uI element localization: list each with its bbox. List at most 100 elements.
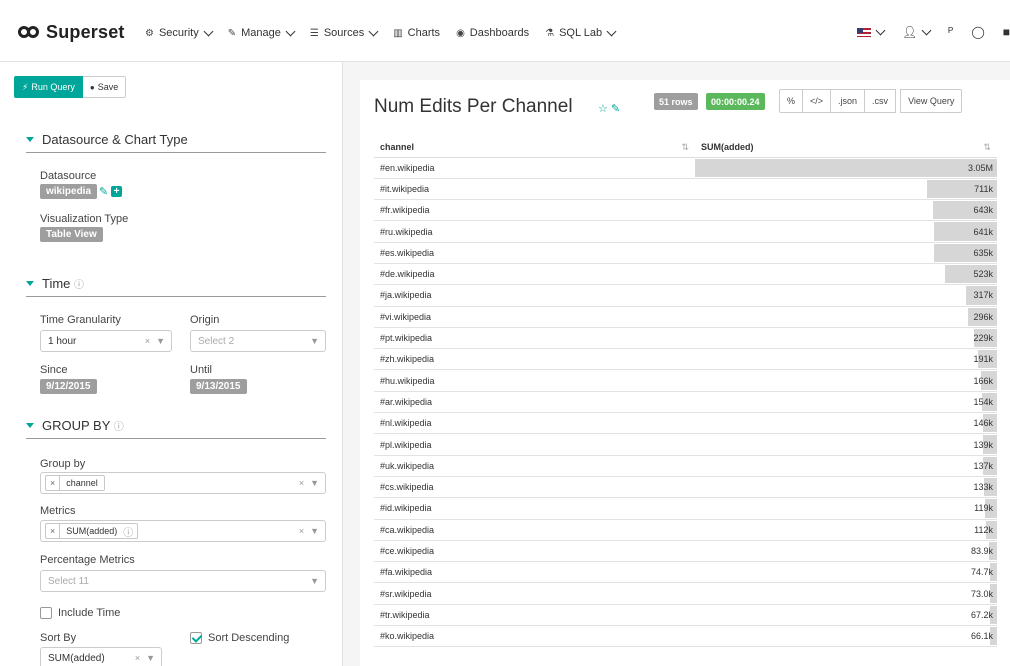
view-query-button[interactable]: View Query <box>900 89 963 113</box>
table-row[interactable]: #id.wikipedia 119k <box>374 497 997 520</box>
value-label: 66.1k <box>970 631 993 642</box>
table-row[interactable]: #hu.wikipedia 166k <box>374 369 997 392</box>
table-row[interactable]: #fr.wikipedia 643k <box>374 199 997 222</box>
table-row[interactable]: #tr.wikipedia 67.2k <box>374 604 997 627</box>
table-row[interactable]: #ru.wikipedia 641k <box>374 220 997 243</box>
query-button-group: ⚡︎ Run Query ● Save <box>14 76 127 98</box>
table-row[interactable]: #ja.wikipedia 317k <box>374 284 997 307</box>
export-csv-button[interactable]: .csv <box>864 89 897 113</box>
star-icon[interactable]: ☆ <box>598 103 608 115</box>
table-row[interactable]: #vi.wikipedia 296k <box>374 306 997 328</box>
cell-sum-added: 133k <box>695 476 997 499</box>
save-button[interactable]: ● Save <box>82 76 127 98</box>
bolt-icon: ⚡︎ <box>22 81 29 92</box>
table-row[interactable]: #fa.wikipedia 74.7k <box>374 561 997 584</box>
github-link[interactable]: ◯ <box>971 25 984 39</box>
cell-channel: #zh.wikipedia <box>374 348 695 371</box>
remove-chip-icon[interactable]: × <box>46 524 61 538</box>
chart-title: Num Edits Per Channel <box>374 96 573 117</box>
table-row[interactable]: #ce.wikipedia 83.9k <box>374 540 997 563</box>
viz-type-value[interactable]: Table View <box>40 227 103 242</box>
section-time[interactable]: Time ⓘ <box>26 276 326 297</box>
sort-icon[interactable]: ⇅ <box>983 142 991 153</box>
table-row[interactable]: #cs.wikipedia 133k <box>374 476 997 499</box>
clear-icon[interactable]: × <box>299 478 304 488</box>
nav-security[interactable]: ⚙ Security <box>145 26 214 39</box>
include-time-checkbox[interactable] <box>40 607 52 619</box>
pct-metrics-select[interactable]: Select 11 ▼ <box>40 570 326 592</box>
table-row[interactable]: #nl.wikipedia 146k <box>374 412 997 435</box>
info-icon[interactable]: ⓘ <box>74 280 84 291</box>
until-value[interactable]: 9/13/2015 <box>190 379 247 394</box>
datasource-label: Datasource <box>40 170 97 182</box>
table-row[interactable]: #ca.wikipedia 112k <box>374 519 997 541</box>
table-row[interactable]: #zh.wikipedia 191k <box>374 348 997 371</box>
value-label: 523k <box>973 269 993 280</box>
export-json-button[interactable]: .json <box>830 89 866 113</box>
nav-charts[interactable]: ▥ Charts <box>393 27 440 39</box>
nav-menu: ⚙ Security ✎ Manage ☰ Sources ▥ Charts ◉ Dashboar… <box>145 26 631 39</box>
datasource-value[interactable]: wikipedia <box>40 184 98 199</box>
table-row[interactable]: #pl.wikipedia 139k <box>374 433 997 456</box>
percent-button[interactable]: % <box>779 89 804 113</box>
chevron-down-icon: ▼ <box>310 336 319 346</box>
value-label: 154k <box>973 396 993 407</box>
table-row[interactable]: #es.wikipedia 635k <box>374 242 997 264</box>
info-icon[interactable]: ⓘ <box>114 422 124 433</box>
clear-icon[interactable]: × <box>135 653 140 663</box>
section-groupby[interactable]: GROUP BY ⓘ <box>26 418 326 439</box>
remove-chip-icon[interactable]: × <box>46 476 61 490</box>
cell-channel: #de.wikipedia <box>374 263 695 286</box>
profile-link[interactable]: ᴾ <box>948 25 953 39</box>
table-row[interactable]: #ar.wikipedia 154k <box>374 391 997 414</box>
user-menu[interactable]: 👤︎ <box>902 25 932 39</box>
clear-icon[interactable]: × <box>299 526 304 536</box>
chart-panel: Num Edits Per Channel ☆ ✎ 51 rows 00:00:… <box>360 80 1010 666</box>
groupby-label: Group by <box>40 458 86 470</box>
nav-dashboards[interactable]: ◉ Dashboards <box>456 27 529 39</box>
table-row[interactable]: #uk.wikipedia 137k <box>374 455 997 477</box>
sort-by-select[interactable]: SUM(added) × ▼ <box>40 647 162 666</box>
table-row[interactable]: #de.wikipedia 523k <box>374 263 997 286</box>
column-header-sum-added[interactable]: SUM(added) ⇅ <box>695 137 997 158</box>
value-label: 229k <box>973 333 993 344</box>
table-row[interactable]: #en.wikipedia 3.05M <box>374 157 997 179</box>
time-granularity-select[interactable]: 1 hour × ▼ <box>40 330 172 352</box>
wrench-icon: ✎ <box>227 27 237 39</box>
add-datasource-icon[interactable]: + <box>111 186 122 197</box>
query-time-badge: 00:00:00.24 <box>706 93 765 110</box>
docs-link[interactable]: ■ <box>1003 25 1010 39</box>
value-label: 74.7k <box>970 567 993 578</box>
run-query-button[interactable]: ⚡︎ Run Query <box>14 76 83 98</box>
groupby-chip: × channel <box>45 475 105 491</box>
cell-sum-added: 191k <box>695 348 997 371</box>
nav-sql-lab[interactable]: ⚗ SQL Lab <box>545 26 617 39</box>
cell-channel: #it.wikipedia <box>374 178 695 201</box>
edit-icon[interactable]: ✎ <box>611 103 620 115</box>
metrics-select[interactable]: × SUM(added) ⓘ × ▼ <box>40 520 326 542</box>
sort-descending-checkbox[interactable] <box>190 632 202 644</box>
origin-select[interactable]: Select 2 ▼ <box>190 330 326 352</box>
table-row[interactable]: #sr.wikipedia 73.0k <box>374 582 997 605</box>
nav-sources[interactable]: ☰ Sources <box>310 26 379 39</box>
cell-sum-added: 137k <box>695 455 997 477</box>
edit-datasource-icon[interactable]: ✎ <box>99 185 108 198</box>
language-menu[interactable] <box>857 25 886 37</box>
viz-type-label: Visualization Type <box>40 213 129 225</box>
table-row[interactable]: #pt.wikipedia 229k <box>374 327 997 350</box>
github-icon: ◯ <box>971 25 985 39</box>
nav-manage[interactable]: ✎ Manage <box>227 26 296 39</box>
cell-sum-added: 139k <box>695 433 997 456</box>
brand[interactable]: Superset <box>18 22 125 42</box>
since-value[interactable]: 9/12/2015 <box>40 379 97 394</box>
clear-icon[interactable]: × <box>145 336 150 346</box>
embed-code-button[interactable]: </> <box>802 89 832 113</box>
value-label: 3.05M <box>967 162 993 173</box>
table-row[interactable]: #it.wikipedia 711k <box>374 178 997 201</box>
sort-icon[interactable]: ⇅ <box>681 142 689 153</box>
column-header-channel[interactable]: channel ⇅ <box>374 137 695 158</box>
table-row[interactable]: #ko.wikipedia 66.1k <box>374 625 997 648</box>
section-datasource[interactable]: Datasource & Chart Type <box>26 132 326 153</box>
caret-down-icon <box>26 423 34 429</box>
groupby-select[interactable]: × channel × ▼ <box>40 472 326 494</box>
